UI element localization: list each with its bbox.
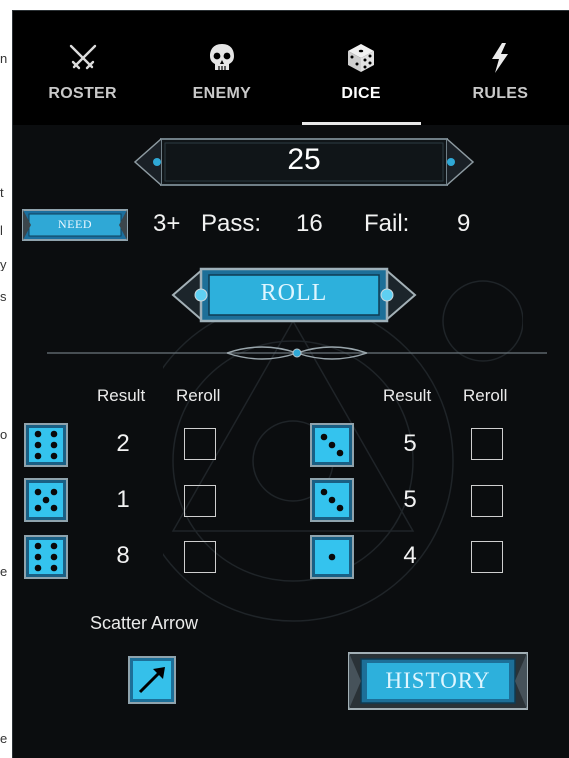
- tab-dice[interactable]: DICE: [292, 11, 431, 125]
- strip-glyph: e: [0, 732, 8, 745]
- right-result-header: Result: [383, 386, 432, 405]
- left-result-header: Result: [97, 386, 146, 405]
- die-face-six[interactable]: [24, 535, 68, 579]
- strip-glyph: e: [0, 565, 8, 578]
- die-pip: [320, 488, 328, 496]
- die-face-one[interactable]: [310, 535, 354, 579]
- crossed-swords-icon: [66, 41, 100, 75]
- tab-label: ROSTER: [48, 85, 117, 102]
- reroll-checkbox[interactable]: [471, 428, 503, 460]
- die-pip: [50, 441, 58, 449]
- roll-button[interactable]: ROLL: [167, 263, 421, 327]
- die-pip: [320, 433, 328, 441]
- dice-count-value: 25: [287, 143, 321, 176]
- die-graphic: [310, 478, 354, 522]
- tab-label: ENEMY: [192, 85, 252, 102]
- dice-count-display[interactable]: 25: [131, 135, 477, 189]
- need-button[interactable]: NEED: [21, 208, 129, 242]
- reroll-checkbox[interactable]: [184, 485, 216, 517]
- strip-glyph: s: [0, 290, 7, 303]
- die-pip: [50, 504, 58, 512]
- strip-glyph: t: [0, 186, 4, 199]
- scatter-arrow-button[interactable]: [128, 656, 176, 704]
- strip-glyph: l: [0, 224, 3, 237]
- reroll-checkbox[interactable]: [184, 428, 216, 460]
- die-pip: [50, 430, 58, 438]
- die-pip: [34, 452, 42, 460]
- die-result: 1: [116, 486, 130, 513]
- ornamental-divider: [47, 346, 547, 360]
- die-face-five[interactable]: [24, 478, 68, 522]
- pass-value: 16: [296, 210, 323, 237]
- die-graphic: [310, 423, 354, 467]
- strip-glyph: o: [0, 428, 8, 441]
- die-pip: [50, 564, 58, 572]
- tab-roster[interactable]: ROSTER: [13, 11, 152, 125]
- die-pip: [328, 496, 336, 504]
- die-result: 5: [403, 486, 417, 513]
- die-pip: [50, 488, 58, 496]
- tab-enemy[interactable]: ENEMY: [152, 11, 291, 125]
- die-pip: [50, 553, 58, 561]
- tab-label: DICE: [341, 85, 381, 102]
- die-pip: [34, 504, 42, 512]
- need-value: 3+: [153, 210, 181, 237]
- die-pip: [336, 504, 344, 512]
- history-label: HISTORY: [385, 668, 491, 693]
- die-graphic: [24, 423, 68, 467]
- dice-panel: ROSTER ENEMY DICE RULES 25 NEED 3+ Pass:…: [12, 10, 569, 758]
- fail-value: 9: [457, 210, 471, 237]
- die-result: 8: [116, 542, 130, 569]
- die-pip: [328, 441, 336, 449]
- tab-bar: ROSTER ENEMY DICE RULES: [13, 11, 569, 125]
- die-pip: [34, 542, 42, 550]
- die-pip: [34, 441, 42, 449]
- fail-label: Fail:: [364, 210, 410, 237]
- die-pip: [50, 452, 58, 460]
- die-pip: [50, 542, 58, 550]
- die-pip: [34, 553, 42, 561]
- die-result: 4: [403, 542, 417, 569]
- right-reroll-header: Reroll: [463, 386, 508, 405]
- left-edge-strip: n t l y s o e e: [0, 0, 10, 757]
- die-graphic: [310, 535, 354, 579]
- die-face-six[interactable]: [24, 423, 68, 467]
- die-pip: [336, 449, 344, 457]
- scatter-arrow-label: Scatter Arrow: [90, 613, 199, 633]
- left-reroll-header: Reroll: [176, 386, 221, 405]
- die-graphic: [24, 478, 68, 522]
- die-pip: [34, 564, 42, 572]
- reroll-checkbox[interactable]: [184, 541, 216, 573]
- need-label: NEED: [58, 217, 92, 231]
- tab-rules[interactable]: RULES: [431, 11, 569, 125]
- tab-label: RULES: [472, 85, 529, 102]
- skull-icon: [205, 41, 239, 75]
- pass-label: Pass:: [201, 210, 262, 237]
- die-pip: [42, 496, 50, 504]
- die-face-three[interactable]: [310, 423, 354, 467]
- history-button[interactable]: HISTORY: [347, 651, 529, 711]
- arrow-up-right-icon: [128, 656, 176, 704]
- roll-label: ROLL: [260, 280, 328, 306]
- lightning-icon: [483, 41, 517, 75]
- die-result: 2: [116, 430, 130, 457]
- die-result: 5: [403, 430, 417, 457]
- die-graphic: [24, 535, 68, 579]
- die-pip: [328, 553, 336, 561]
- reroll-checkbox[interactable]: [471, 485, 503, 517]
- dice-icon: [344, 41, 378, 75]
- reroll-checkbox[interactable]: [471, 541, 503, 573]
- strip-glyph: n: [0, 52, 8, 65]
- die-pip: [34, 430, 42, 438]
- die-face-three[interactable]: [310, 478, 354, 522]
- die-pip: [34, 488, 42, 496]
- strip-glyph: y: [0, 258, 7, 271]
